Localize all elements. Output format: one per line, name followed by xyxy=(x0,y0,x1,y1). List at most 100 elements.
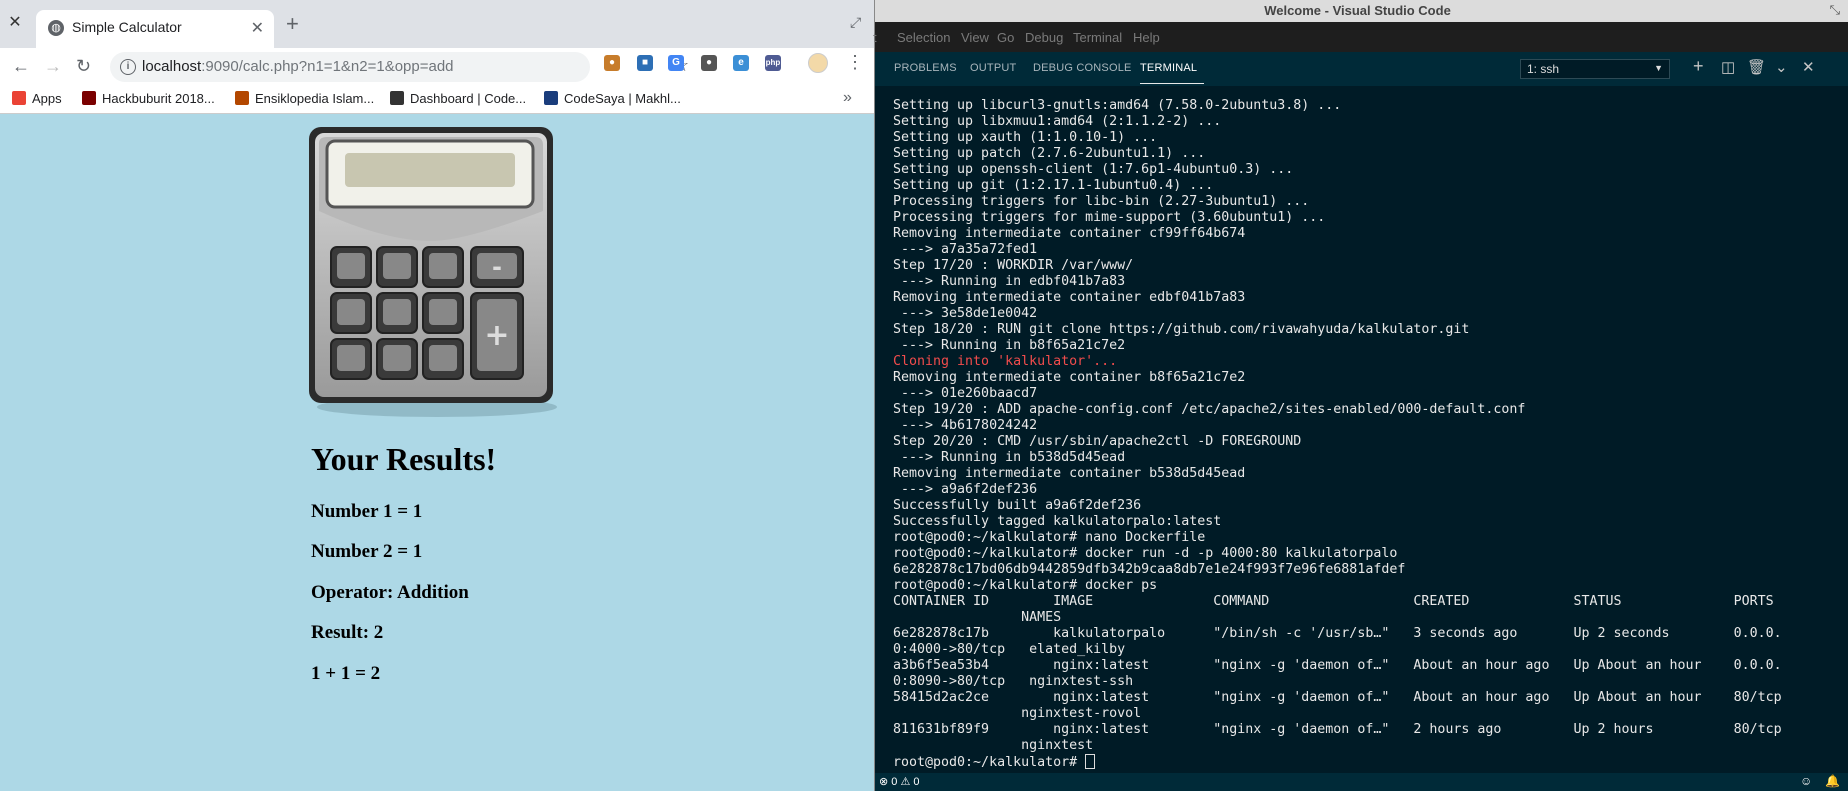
fullscreen-icon[interactable]: ⤢ xyxy=(850,14,861,31)
terminal-line: root@pod0:~/kalkulator# nano Dockerfile xyxy=(893,530,1206,545)
number2-line: Number 2 = 1 xyxy=(311,541,423,562)
restore-window-icon[interactable]: ⤡ xyxy=(1830,2,1840,18)
terminal-line: Step 17/20 : WORKDIR /var/www/ xyxy=(893,258,1134,273)
terminal-prompt-line[interactable]: root@pod0:~/kalkulator# xyxy=(893,754,1843,771)
close-window-icon[interactable]: ✕ xyxy=(6,14,24,32)
browser-menu-icon[interactable]: ⋮ xyxy=(846,52,864,73)
chevron-down-icon: ▼ xyxy=(1654,63,1663,73)
apps-grid-icon xyxy=(12,91,26,105)
menu-item-debug[interactable]: Debug xyxy=(1025,30,1063,45)
terminal-select[interactable]: 1: ssh ▼ xyxy=(1520,59,1670,79)
terminal-line: Processing triggers for mime-support (3.… xyxy=(893,210,1326,225)
menu-item-help[interactable]: Help xyxy=(1133,30,1160,45)
plus-key-label: + xyxy=(484,318,509,353)
terminal-line: ---> 4b6178024242 xyxy=(893,418,1038,433)
tab-output[interactable]: OUTPUT xyxy=(970,62,1016,74)
terminal-output[interactable]: Setting up libcurl3-gnutls:amd64 (7.58.0… xyxy=(893,98,1843,771)
result-line: Result: 2 xyxy=(311,622,384,643)
terminal-line: Setting up libxmuu1:amd64 (2:1.1.2-2) ..… xyxy=(893,114,1222,129)
terminal-prompt: root@pod0:~/kalkulator# xyxy=(893,755,1086,770)
menu-item-go[interactable]: Go xyxy=(997,30,1014,45)
terminal-line: Step 18/20 : RUN git clone https://githu… xyxy=(893,322,1470,337)
reload-icon[interactable]: ↻ xyxy=(76,56,91,76)
smiley-icon[interactable]: ☺ xyxy=(1800,774,1812,788)
new-tab-button[interactable]: + xyxy=(286,13,299,35)
calculator-image: - + xyxy=(309,127,557,417)
bookmarks-bar: Apps Hackbuburit 2018... Ensiklopedia Isla… xyxy=(0,86,874,114)
bookmark-item[interactable]: Apps xyxy=(12,91,62,106)
bookmark-label: CodeSaya | Makhl... xyxy=(564,91,681,106)
terminal-line: Setting up libcurl3-gnutls:amd64 (7.58.0… xyxy=(893,98,1342,113)
avatar[interactable] xyxy=(808,53,828,73)
problems-count: 0 ⚠ 0 xyxy=(891,776,920,788)
terminal-line: 6e282878c17b kalkulatorpalo "/bin/sh -c … xyxy=(893,626,1782,641)
menu-item-view[interactable]: View xyxy=(961,30,989,45)
tab-problems[interactable]: PROBLEMS xyxy=(894,62,957,74)
dashboard-icon xyxy=(390,91,404,105)
record-extension-icon[interactable]: ● xyxy=(701,55,717,71)
cloud-extension-icon[interactable]: ■ xyxy=(637,55,653,71)
terminal-line: Setting up git (1:2.17.1-1ubuntu0.4) ... xyxy=(893,178,1214,193)
bell-icon[interactable]: 🔔 xyxy=(1825,774,1840,788)
more-bookmarks-icon[interactable]: » xyxy=(843,89,852,107)
terminal-line: Processing triggers for libc-bin (2.27-3… xyxy=(893,194,1310,209)
terminal-line: Step 20/20 : CMD /usr/sbin/apache2ctl -D… xyxy=(893,434,1302,449)
terminal-line: ---> Running in b538d5d45ead xyxy=(893,450,1126,465)
terminal-line: ---> a7a35a72fed1 xyxy=(893,242,1038,257)
terminal-line: 811631bf89f9 nginx:latest "nginx -g 'dae… xyxy=(893,722,1782,737)
status-problems[interactable]: ⊗ 0 ⚠ 0 xyxy=(879,775,920,788)
panel-header: PROBLEMS OUTPUT DEBUG CONSOLE TERMINAL 1… xyxy=(875,52,1848,86)
terminal-line: Setting up patch (2.7.6-2ubuntu1.1) ... xyxy=(893,146,1206,161)
info-icon[interactable]: i xyxy=(120,59,136,75)
terminal-line: ---> 3e58de1e0042 xyxy=(893,306,1038,321)
bookmark-item[interactable]: Dashboard | Code... xyxy=(390,91,526,106)
php-extension-icon[interactable]: php xyxy=(765,55,781,71)
menu-item-terminal[interactable]: Terminal xyxy=(1073,30,1122,45)
split-terminal-icon[interactable]: ◫ xyxy=(1721,60,1735,76)
new-terminal-icon[interactable]: + xyxy=(1693,57,1704,75)
terminal-line: Setting up openssh-client (1:7.6p1-4ubun… xyxy=(893,162,1294,177)
terminal-line: ---> Running in edbf041b7a83 xyxy=(893,274,1126,289)
cookie-extension-icon[interactable]: ● xyxy=(604,55,620,71)
trash-icon[interactable]: 🗑 xyxy=(1747,60,1766,76)
terminal-line: NAMES xyxy=(893,610,1062,625)
menu-item-file[interactable]: t xyxy=(873,30,877,45)
terminal-line: Step 19/20 : ADD apache-config.conf /etc… xyxy=(893,402,1526,417)
terminal-line: ---> 01e260baacd7 xyxy=(893,386,1038,401)
address-bar[interactable]: i localhost:9090/calc.php?n1=1&n2=1&opp=… xyxy=(110,52,689,82)
number1-line: Number 1 = 1 xyxy=(311,501,423,522)
tab-terminal[interactable]: TERMINAL xyxy=(1140,62,1197,74)
bookmark-label: Dashboard | Code... xyxy=(410,91,527,106)
terminal-line: Setting up xauth (1:1.0.10-1) ... xyxy=(893,130,1158,145)
results-heading: Your Results! xyxy=(311,441,497,477)
bookmark-item[interactable]: CodeSaya | Makhl... xyxy=(544,91,681,106)
bookmark-item[interactable]: Hackbuburit 2018... xyxy=(82,91,215,106)
url-path: :9090/calc.php?n1=1&n2=1&opp=add xyxy=(201,58,454,75)
url-text: localhost:9090/calc.php?n1=1&n2=1&opp=ad… xyxy=(142,58,454,75)
tab-debug-console[interactable]: DEBUG CONSOLE xyxy=(1033,62,1132,74)
ensiklopedia-icon xyxy=(235,91,249,105)
vscode-window: Welcome - Visual Studio Code ⤡ t Selecti… xyxy=(873,0,1848,791)
browser-tab[interactable]: ◍ Simple Calculator ✕ xyxy=(36,10,274,48)
menu-item-selection[interactable]: Selection xyxy=(897,30,950,45)
terminal-line: CONTAINER ID IMAGE COMMAND CREATED STATU… xyxy=(893,594,1774,609)
bookmark-item[interactable]: Ensiklopedia Islam... xyxy=(235,91,374,106)
close-panel-icon[interactable]: ✕ xyxy=(1802,60,1815,76)
bookmark-label: Hackbuburit 2018... xyxy=(102,91,215,106)
terminal-cursor xyxy=(1085,754,1096,769)
terminal-line: Successfully built a9a6f2def236 xyxy=(893,498,1142,513)
tab-strip: ✕ ◍ Simple Calculator ✕ + ⤢ xyxy=(0,0,874,48)
bookmark-label: Ensiklopedia Islam... xyxy=(255,91,375,106)
browser-window: ✕ ◍ Simple Calculator ✕ + ⤢ ← → ↻ i loca… xyxy=(0,0,875,791)
chevron-up-icon[interactable]: ⌄ xyxy=(1775,60,1788,76)
ie-tab-extension-icon[interactable]: e xyxy=(733,55,749,71)
tab-close-icon[interactable]: ✕ xyxy=(251,18,264,38)
terminal-line: root@pod0:~/kalkulator# docker run -d -p… xyxy=(893,546,1398,561)
terminal-line: root@pod0:~/kalkulator# docker ps xyxy=(893,578,1158,593)
forward-icon[interactable]: → xyxy=(44,56,62,76)
terminal-line: ---> Running in b8f65a21c7e2 xyxy=(893,338,1126,353)
terminal-line: ---> a9a6f2def236 xyxy=(893,482,1038,497)
back-icon[interactable]: ← xyxy=(12,56,30,76)
translate-extension-icon[interactable]: G xyxy=(668,55,684,71)
terminal-line: Removing intermediate container b538d5d4… xyxy=(893,466,1246,481)
